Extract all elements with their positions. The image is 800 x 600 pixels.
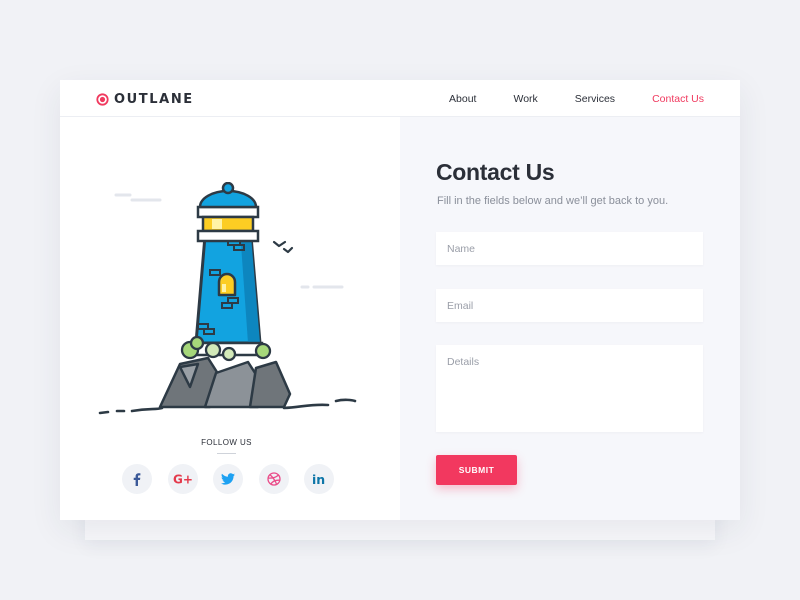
brand-name: OUTLANE: [114, 91, 194, 107]
form-subtitle: Fill in the fields below and we’ll get b…: [437, 195, 669, 207]
svg-text:G+: G+: [173, 473, 193, 487]
facebook-button[interactable]: [122, 464, 152, 494]
linkedin-icon: in: [312, 472, 325, 486]
name-input[interactable]: [436, 232, 703, 265]
google-plus-button[interactable]: G+: [167, 464, 198, 494]
social-links: G+ in: [122, 464, 350, 494]
twitter-button[interactable]: [213, 464, 243, 494]
logo-mark-icon: [96, 92, 109, 106]
facebook-icon: [133, 473, 141, 486]
contact-card: OUTLANE About Work Services Contact Us F…: [60, 80, 740, 520]
nav-services[interactable]: Services: [575, 93, 615, 105]
lighthouse-icon: [98, 182, 357, 415]
dribbble-icon: [266, 472, 281, 486]
illustration-pane: FOLLOW US G+ in: [60, 117, 400, 520]
google-plus-icon: G+: [173, 473, 193, 487]
linkedin-button[interactable]: in: [304, 464, 334, 494]
twitter-icon: [221, 473, 235, 485]
follow-divider: [217, 453, 236, 454]
nav-about[interactable]: About: [449, 93, 476, 105]
submit-button[interactable]: SUBMIT: [436, 455, 517, 485]
dribbble-button[interactable]: [258, 464, 289, 494]
brand-logo[interactable]: OUTLANE: [96, 91, 194, 107]
form-title: Contact Us: [436, 159, 555, 185]
main-nav: About Work Services Contact Us: [412, 93, 704, 105]
svg-text:in: in: [312, 472, 325, 486]
contact-form-pane: Contact Us Fill in the fields below and …: [400, 117, 740, 520]
top-navbar: OUTLANE About Work Services Contact Us: [60, 80, 740, 117]
email-input[interactable]: [436, 289, 703, 322]
nav-contact-us[interactable]: Contact Us: [652, 93, 704, 105]
details-textarea[interactable]: [436, 345, 703, 432]
follow-us-label: FOLLOW US: [201, 438, 252, 447]
nav-work[interactable]: Work: [513, 93, 537, 105]
